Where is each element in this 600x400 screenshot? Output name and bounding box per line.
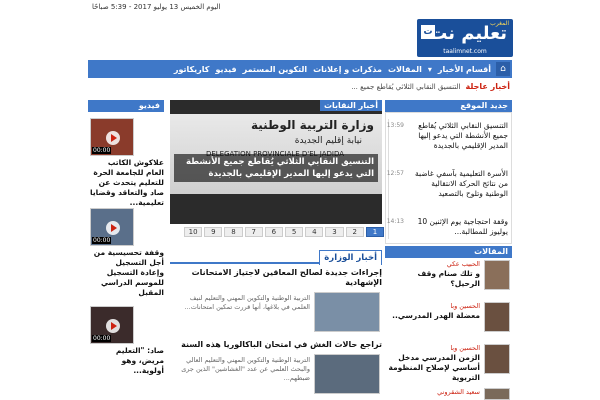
author-avatar[interactable] [484,344,510,374]
news-time: 13:59 [386,122,404,129]
opinion-title[interactable]: الزمن المدرسي مدخل أساسي لإصلاح المنظومة… [388,353,480,383]
featured-slider[interactable]: وزارة التربية الوطنية نيابة إقليم الجديد… [170,100,382,224]
play-icon [106,221,120,235]
video-title[interactable]: علاكوش الكاتب العام للجامعة الحرة للتعلي… [90,158,164,208]
video-duration: 00:00 [92,237,112,244]
breaking-news-ticker: أخبار عاجلة التنسيق النقابي الثلاثي يُقا… [88,80,512,93]
opinion-article[interactable]: سعيد الشقروني [385,386,512,400]
article-item[interactable]: تراجع حالات الغش في امتحان الباكالوريا ه… [170,340,382,400]
logo-text: تعليم نت [429,23,507,44]
nav-item-video[interactable]: فيديو [212,65,239,74]
ticker-text[interactable]: التنسيق النقابي الثلاثي يُقاطع جميع ... [351,83,463,91]
slider-pagination: 10 9 8 7 6 5 4 3 2 1 [184,227,385,239]
slide-sign-line1: وزارة التربية الوطنية [250,118,374,132]
opinion-article[interactable]: الحسين وبا معضلة الهدر المدرسي.. [385,300,512,340]
latest-news-list: 13:59 التنسيق النقابي الثلاثي يُقاطع جمي… [385,112,512,244]
news-text[interactable]: وقفة احتجاجية يوم الإثنين 10 يوليوز للمط… [412,217,508,237]
right-column: جديد الموقع 13:59 التنسيق النقابي الثلاث… [385,100,512,400]
opinion-article[interactable]: الحبيب عكي و تلك صنام وقف الرحيل؟ [385,258,512,298]
author-name[interactable]: الحسين وبا [450,302,480,310]
logo-domain: taalimnet.com [443,48,487,55]
ministry-news-title[interactable]: أخبار الوزارة [319,250,382,265]
article-excerpt: التربية الوطنية والتكوين المهني والتعليم… [184,294,310,311]
play-icon [106,131,120,145]
video-title[interactable]: صاد: "التعليم مريض، وهو أولوية... [90,346,164,376]
article-title[interactable]: إجراءات جديدة لصالح المعاقين لاجتياز الا… [170,268,382,288]
slider-page[interactable]: 4 [305,227,324,237]
slider-page[interactable]: 7 [244,227,263,237]
current-date: اليوم الخميس 13 يوليو 2017 - 5:39 صباحًا [92,3,221,11]
video-duration: 00:00 [92,335,112,342]
video-item[interactable]: 00:00 علاكوش الكاتب العام للجامعة الحرة … [88,118,164,207]
opinion-title[interactable]: و تلك صنام وقف الرحيل؟ [388,269,480,289]
latest-header: جديد الموقع [385,100,512,112]
news-text[interactable]: التنسيق النقابي الثلاثي يُقاطع جميع الأن… [412,121,508,151]
slider-page[interactable]: 8 [224,227,243,237]
ministry-news-header: أخبار الوزارة [170,250,382,265]
opinion-article[interactable]: الحسين وبا الزمن المدرسي مدخل أساسي لإصل… [385,342,512,384]
nav-item-caricature[interactable]: كاريكاتور [171,65,213,74]
video-thumbnail[interactable]: 00:00 [90,118,134,156]
author-avatar[interactable] [484,388,510,400]
video-column: 00:00 علاكوش الكاتب العام للجامعة الحرة … [88,114,164,400]
chevron-down-icon[interactable]: ▾ [425,65,435,74]
author-avatar[interactable] [484,302,510,332]
slider-page[interactable]: 5 [285,227,304,237]
home-icon[interactable]: ⌂ [496,62,510,76]
video-item[interactable]: 00:00 وقفة تحسيسية من أجل التسجيل وإعادة… [88,208,164,298]
play-icon [106,319,120,333]
news-time: 12:57 [386,170,404,177]
latest-news-item[interactable]: 12:57 الأسرة التعليمية بآسفي غاضبة من نت… [387,169,508,213]
article-excerpt: التربية الوطنية والتكوين المهني والتعليم… [181,356,310,382]
news-text[interactable]: الأسرة التعليمية بآسفي غاضبة من نتائج ال… [412,169,508,199]
video-duration: 00:00 [92,147,112,154]
opinion-title[interactable]: معضلة الهدر المدرسي.. [388,311,480,321]
video-title[interactable]: وقفة تحسيسية من أجل التسجيل وإعادة التسج… [90,248,164,298]
latest-news-item[interactable]: 14:13 وقفة احتجاجية يوم الإثنين 10 يوليو… [387,217,508,241]
article-image[interactable] [314,292,380,332]
main-nav: ⌂ أقسام الأخبار ▾ المقالات مذكرات و إعلا… [88,60,512,78]
slide-category-tag[interactable]: أخبار النقابات [320,100,382,111]
article-title[interactable]: تراجع حالات الغش في امتحان الباكالوريا ه… [170,340,382,350]
nav-item-articles[interactable]: المقالات [385,65,425,74]
slider-page[interactable]: 3 [325,227,344,237]
top-bar: اليوم الخميس 13 يوليو 2017 - 5:39 صباحًا [0,0,600,16]
slide-sign-line2: نيابة إقليم الجديدة [294,136,362,146]
article-item[interactable]: إجراءات جديدة لصالح المعاقين لاجتياز الا… [170,268,382,334]
ticker-label: أخبار عاجلة [463,82,512,91]
author-name[interactable]: الحسين وبا [450,344,480,352]
author-name[interactable]: سعيد الشقروني [437,388,480,396]
nav-item-news-sections[interactable]: أقسام الأخبار [435,65,494,74]
author-avatar[interactable] [484,260,510,290]
articles-header: المقالات [385,246,512,258]
video-thumbnail[interactable]: 00:00 [90,306,134,344]
slide-caption[interactable]: التنسيق النقابي الثلاثي يُقاطع جميع الأن… [174,154,378,182]
video-header: فيديو [88,100,164,112]
site-logo[interactable]: ت المغرب تعليم نت taalimnet.com [417,19,513,57]
video-item[interactable]: 00:00 صاد: "التعليم مريض، وهو أولوية... [88,306,164,396]
nav-item-training[interactable]: التكوين المستمر [240,65,311,74]
slider-page[interactable]: 6 [264,227,284,237]
video-thumbnail[interactable]: 00:00 [90,208,134,246]
slider-page[interactable]: 9 [204,227,223,237]
latest-news-item[interactable]: 13:59 التنسيق النقابي الثلاثي يُقاطع جمي… [387,121,508,165]
nav-item-memos[interactable]: مذكرات و إعلانات [310,65,385,74]
news-time: 14:13 [386,218,404,225]
article-image[interactable] [314,354,380,394]
author-name[interactable]: الحبيب عكي [447,260,480,268]
slider-page-active[interactable]: 1 [365,227,385,237]
slider-page[interactable]: 10 [184,227,203,237]
slider-page[interactable]: 2 [345,227,364,237]
